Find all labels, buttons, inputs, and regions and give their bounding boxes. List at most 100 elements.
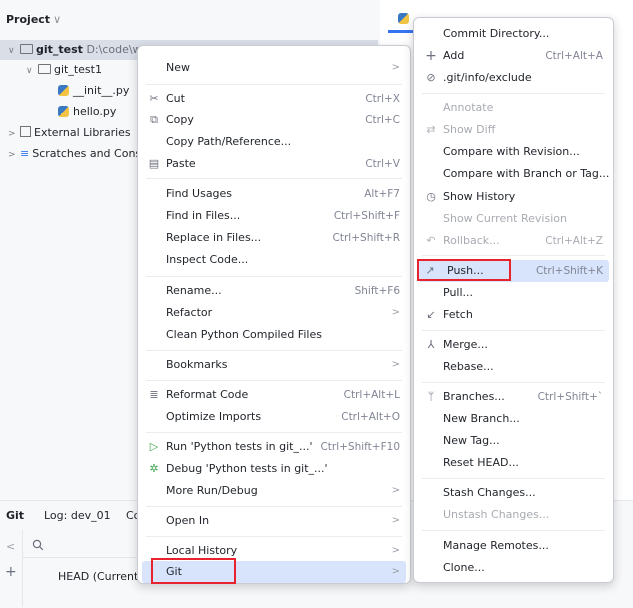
tree-item-scratches[interactable]: > ≡ Scratches and Cons: [0, 144, 141, 164]
chevron-left-icon[interactable]: <: [6, 540, 15, 553]
menu-separator: [146, 350, 402, 351]
menu-item-inspect-code[interactable]: Inspect Code...: [138, 249, 410, 271]
paste-icon: ▤: [148, 157, 160, 170]
menu-item-show-current-revision[interactable]: Show Current Revision: [414, 208, 613, 230]
tree-item-hello-py[interactable]: hello.py: [0, 102, 116, 122]
menu-item-git[interactable]: Git >: [142, 561, 406, 583]
menu-item-label: Copy: [166, 113, 194, 126]
menu-item-manage-remotes[interactable]: Manage Remotes...: [414, 535, 613, 557]
menu-item-label: Compare with Branch or Tag...: [443, 167, 610, 180]
menu-item-copy[interactable]: ⧉ Copy Ctrl+C: [138, 109, 410, 131]
menu-item-find-in-files[interactable]: Find in Files... Ctrl+Shift+F: [138, 205, 410, 227]
fetch-icon: ↙: [426, 308, 436, 321]
tree-item-git-test1[interactable]: ∨ git_test1: [0, 60, 102, 80]
menu-separator: [146, 178, 402, 179]
tree-item-external-libraries[interactable]: > External Libraries: [0, 123, 131, 143]
chevron-down-icon[interactable]: ∨: [26, 61, 38, 81]
shortcut-label: Ctrl+Shift+R: [332, 232, 400, 244]
chevron-right-icon[interactable]: >: [8, 124, 20, 144]
menu-item-clean-python[interactable]: Clean Python Compiled Files: [138, 324, 410, 346]
menu-item-reset-head[interactable]: Reset HEAD...: [414, 452, 613, 474]
menu-item-new[interactable]: New >: [138, 57, 410, 79]
project-view-selector[interactable]: Project ∨: [6, 13, 61, 26]
chevron-right-icon: >: [391, 515, 400, 526]
menu-item-branches[interactable]: ᛘ Branches... Ctrl+Shift+`: [414, 386, 613, 408]
menu-item-compare-revision[interactable]: Compare with Revision...: [414, 141, 613, 163]
shortcut-label: Ctrl+Shift+K: [535, 265, 603, 277]
chevron-right-icon: >: [391, 359, 400, 370]
menu-item-label: Add: [443, 49, 465, 62]
tree-item-label: git_test: [36, 43, 83, 56]
chevron-right-icon[interactable]: >: [8, 145, 20, 165]
menu-separator: [422, 93, 605, 94]
menu-item-annotate[interactable]: Annotate: [414, 97, 613, 119]
tree-item-label: __init__.py: [73, 84, 130, 97]
menu-item-compare-branch[interactable]: Compare with Branch or Tag...: [414, 163, 613, 185]
menu-separator: [146, 380, 402, 381]
menu-item-local-history[interactable]: Local History >: [138, 540, 410, 562]
menu-item-merge[interactable]: ⅄ Merge...: [414, 334, 613, 356]
menu-item-run-tests[interactable]: ▷ Run 'Python tests in git_...' Ctrl+Shift…: [138, 436, 410, 458]
menu-item-rollback[interactable]: ↶ Rollback... Ctrl+Alt+Z: [414, 230, 613, 252]
shortcut-label: Ctrl+V: [365, 158, 400, 170]
menu-item-pull[interactable]: Pull...: [414, 282, 613, 304]
menu-item-debug-tests[interactable]: ✲ Debug 'Python tests in git_...': [138, 458, 410, 480]
menu-item-open-in[interactable]: Open In >: [138, 510, 410, 532]
menu-item-label: Show Current Revision: [443, 212, 567, 225]
shortcut-label: Ctrl+C: [365, 114, 400, 126]
menu-item-fetch[interactable]: ↙ Fetch: [414, 304, 613, 326]
menu-item-new-branch[interactable]: New Branch...: [414, 408, 613, 430]
menu-item-label: Unstash Changes...: [443, 508, 550, 521]
menu-item-label: Push...: [447, 264, 484, 277]
branch-head-label[interactable]: HEAD (Current: [58, 570, 138, 583]
menu-item-add[interactable]: + Add Ctrl+Alt+A: [414, 45, 613, 67]
tree-item-label: hello.py: [73, 105, 117, 118]
menu-item-replace-in-files[interactable]: Replace in Files... Ctrl+Shift+R: [138, 227, 410, 249]
menu-separator: [422, 330, 605, 331]
menu-item-show-diff[interactable]: ⇄ Show Diff: [414, 119, 613, 141]
menu-item-label: Inspect Code...: [166, 253, 249, 266]
menu-item-commit-directory[interactable]: Commit Directory...: [414, 23, 613, 45]
menu-item-cut[interactable]: ✂ Cut Ctrl+X: [138, 88, 410, 110]
menu-item-copy-path[interactable]: Copy Path/Reference...: [138, 131, 410, 153]
menu-item-label: Find in Files...: [166, 209, 241, 222]
menu-item-find-usages[interactable]: Find Usages Alt+F7: [138, 183, 410, 205]
context-menu: New > ✂ Cut Ctrl+X ⧉ Copy Ctrl+C Copy Path/Re…: [137, 45, 411, 584]
shortcut-label: Ctrl+Shift+F10: [320, 441, 400, 453]
menu-item-reformat-code[interactable]: ≣ Reformat Code Ctrl+Alt+L: [138, 384, 410, 406]
menu-item-optimize-imports[interactable]: Optimize Imports Ctrl+Alt+O: [138, 406, 410, 428]
history-icon: ◷: [426, 190, 436, 203]
menu-item-label: Paste: [166, 157, 196, 170]
reformat-icon: ≣: [149, 388, 159, 401]
shortcut-label: Ctrl+Shift+F: [333, 210, 400, 222]
menu-item-unstash[interactable]: Unstash Changes...: [414, 504, 613, 526]
menu-item-stash[interactable]: Stash Changes...: [414, 482, 613, 504]
chevron-down-icon[interactable]: ∨: [53, 13, 61, 26]
menu-item-new-tag[interactable]: New Tag...: [414, 430, 613, 452]
menu-item-rebase[interactable]: Rebase...: [414, 356, 613, 378]
chevron-right-icon: >: [391, 545, 400, 556]
menu-item-label: Replace in Files...: [166, 231, 262, 244]
menu-item-more-run-debug[interactable]: More Run/Debug >: [138, 480, 410, 502]
chevron-down-icon[interactable]: ∨: [8, 41, 20, 61]
ignore-icon: ⊘: [426, 71, 436, 84]
python-file-icon[interactable]: [398, 12, 413, 25]
search-icon[interactable]: [32, 539, 44, 554]
add-icon[interactable]: +: [5, 564, 17, 580]
menu-item-git-exclude[interactable]: ⊘ .git/info/exclude: [414, 67, 613, 89]
menu-item-refactor[interactable]: Refactor >: [138, 302, 410, 324]
menu-item-paste[interactable]: ▤ Paste Ctrl+V: [138, 153, 410, 175]
menu-item-clone[interactable]: Clone...: [414, 557, 613, 579]
menu-item-show-history[interactable]: ◷ Show History: [414, 186, 613, 208]
menu-item-rename[interactable]: Rename... Shift+F6: [138, 280, 410, 302]
menu-item-label: Pull...: [443, 286, 474, 299]
tab-log-dev-01[interactable]: Log: dev_01: [44, 509, 111, 522]
shortcut-label: Ctrl+Alt+Z: [545, 235, 603, 247]
shortcut-label: Ctrl+Alt+O: [341, 411, 400, 423]
menu-item-label: Rebase...: [443, 360, 494, 373]
menu-item-bookmarks[interactable]: Bookmarks >: [138, 354, 410, 376]
menu-item-label: Bookmarks: [166, 358, 228, 371]
tree-item-init-py[interactable]: __init__.py: [0, 81, 129, 101]
menu-item-push[interactable]: ↗ Push... Ctrl+Shift+K: [418, 260, 609, 282]
shortcut-label: Ctrl+Alt+A: [545, 50, 603, 62]
